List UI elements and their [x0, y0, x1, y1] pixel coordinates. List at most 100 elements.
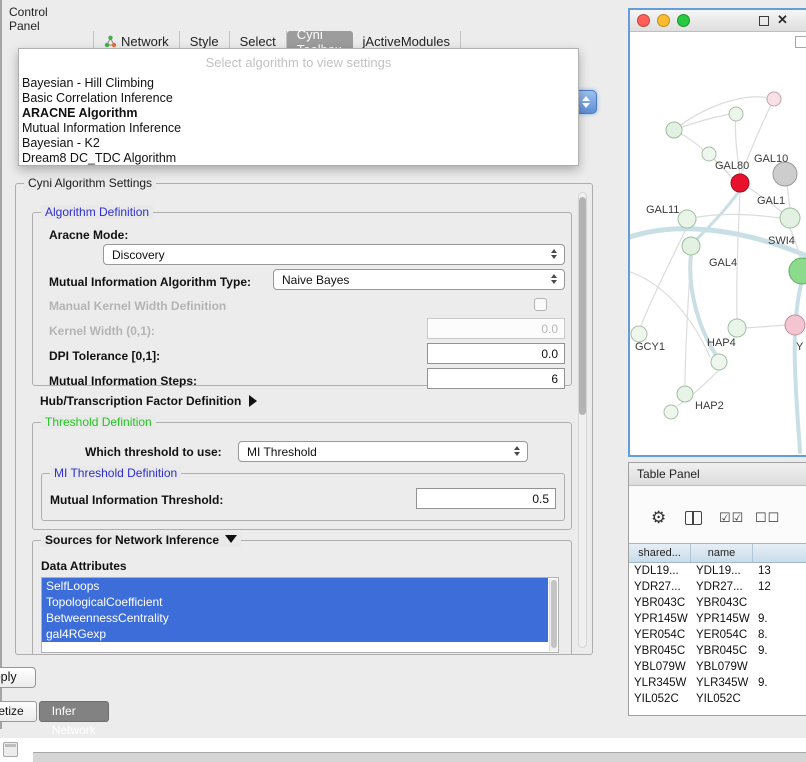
data-attributes-items: SelfLoopsTopologicalCoefficientBetweenne…	[42, 578, 558, 642]
float-panel-icon[interactable]	[759, 16, 769, 26]
attr-item-selfloops[interactable]: SelfLoops	[42, 578, 548, 594]
table-row[interactable]: YDL19...YDL19...13	[629, 563, 806, 579]
columns-icon[interactable]	[685, 511, 702, 525]
network-node[interactable]	[728, 319, 746, 337]
algorithm-dropdown-placeholder: Select algorithm to view settings	[19, 55, 578, 70]
select-all-checks-icon[interactable]: ☑☑	[719, 510, 744, 526]
mi-threshold-field[interactable]: 0.5	[416, 488, 556, 509]
table-cell: YBR045C	[691, 643, 753, 659]
table-panel-titlebar[interactable]: Table Panel	[629, 463, 806, 486]
network-node[interactable]	[729, 107, 743, 121]
tab-label: jActiveModules	[363, 34, 450, 49]
mi-threshold-legend: MI Threshold Definition	[50, 466, 181, 480]
network-node-label: GAL10	[754, 153, 788, 165]
algorithm-definition-legend: Algorithm Definition	[41, 205, 153, 219]
table-cell: YLR345W	[629, 675, 691, 691]
network-node[interactable]	[731, 174, 749, 192]
network-node[interactable]	[711, 354, 727, 370]
attr-item-topologicalcoefficient[interactable]: TopologicalCoefficient	[42, 594, 548, 610]
mi-steps-field[interactable]: 6	[427, 368, 565, 389]
table-cell: YIL052C	[691, 691, 753, 707]
tab-label: Network	[121, 34, 169, 49]
table-row[interactable]: YBL079WYBL079W	[629, 659, 806, 675]
column-header-name[interactable]: name	[691, 544, 753, 562]
table-row[interactable]: YBR043CYBR043C	[629, 595, 806, 611]
settings-scrollbar-thumb[interactable]	[579, 197, 586, 415]
network-canvas[interactable]: GAL80GAL10GAL11GAL1SWI4GAL4GCY1HAP4HAP2Y	[630, 32, 806, 455]
sources-label: Sources for Network Inference	[45, 533, 219, 547]
mi-threshold-group: MI Threshold Definition Mutual Informati…	[41, 473, 565, 521]
settings-scrollbar[interactable]	[578, 192, 587, 648]
data-attributes-list[interactable]: SelfLoopsTopologicalCoefficientBetweenne…	[41, 577, 559, 653]
close-traffic-icon[interactable]	[637, 14, 650, 27]
table-row[interactable]: YIL052CYIL052C	[629, 691, 806, 707]
network-node[interactable]	[767, 92, 781, 106]
menu-item-mutual-information-inference[interactable]: Mutual Information Inference	[19, 121, 578, 136]
network-edge	[795, 284, 801, 452]
list-scrollbar-thumb[interactable]	[551, 580, 557, 648]
menu-item-basic-correlation-inference[interactable]: Basic Correlation Inference	[19, 91, 578, 106]
table-row[interactable]: YBR045CYBR045C9.	[629, 643, 806, 659]
column-header-2[interactable]	[753, 544, 806, 562]
table-cell: 9.	[753, 611, 806, 627]
table-row[interactable]: YER054CYER054C8.	[629, 627, 806, 643]
network-edge	[745, 325, 786, 328]
network-node[interactable]	[664, 405, 678, 419]
network-node[interactable]	[702, 147, 716, 161]
sources-legend[interactable]: Sources for Network Inference	[41, 533, 241, 547]
manual-kernel-checkbox[interactable]	[534, 298, 547, 311]
minimized-panel-icon[interactable]	[3, 742, 18, 757]
dpi-tolerance-field[interactable]: 0.0	[427, 343, 565, 364]
close-panel-icon[interactable]: ✕	[777, 12, 788, 28]
network-node[interactable]	[780, 208, 800, 228]
network-node[interactable]	[682, 237, 700, 255]
menu-item-aracne-algorithm[interactable]: ARACNE Algorithm	[19, 106, 578, 121]
network-node[interactable]	[773, 162, 797, 186]
bottom-tab-discretize-data[interactable]: Discretize Data	[0, 701, 37, 722]
control-panel-title: Control Panel	[9, 5, 48, 33]
minimize-traffic-icon[interactable]	[657, 14, 670, 27]
menu-item-bayesian-k2[interactable]: Bayesian - K2	[19, 136, 578, 151]
network-node-label: HAP2	[695, 400, 724, 412]
mi-type-combo[interactable]: Naive Bayes	[273, 269, 565, 290]
apply-button[interactable]: Apply	[0, 667, 36, 688]
column-header-shared-[interactable]: shared...	[629, 544, 691, 562]
canvas-scrollbar-corner[interactable]	[795, 36, 806, 48]
table-row[interactable]: YLR345WYLR345W9.	[629, 675, 806, 691]
traffic-lights	[637, 14, 690, 27]
network-node[interactable]	[678, 210, 696, 228]
zoom-traffic-icon[interactable]	[677, 14, 690, 27]
network-node-label: GAL11	[646, 204, 679, 216]
control-panel-window: Control Panel NetworkStyleSelectCyni Too…	[0, 0, 2, 729]
deselect-all-checks-icon[interactable]: ☐☐	[755, 510, 780, 526]
hub-definition-toggle[interactable]: Hub/Transcription Factor Definition	[40, 394, 257, 408]
network-window-titlebar[interactable]: ✕	[630, 10, 806, 32]
table-row[interactable]: YPR145WYPR145W9.	[629, 611, 806, 627]
menu-item-dream8-dc-tdc-algorithm[interactable]: Dream8 DC_TDC Algorithm	[19, 151, 578, 166]
network-node[interactable]	[631, 326, 647, 342]
attr-item-gal4rgexp[interactable]: gal4RGexp	[42, 626, 548, 642]
table-cell: YER054C	[629, 627, 691, 643]
kernel-width-field[interactable]: 0.0	[427, 318, 565, 339]
menu-item-bayesian-hill-climbing[interactable]: Bayesian - Hill Climbing	[19, 76, 578, 91]
list-scrollbar[interactable]	[549, 579, 557, 651]
network-node-label: GAL80	[715, 160, 749, 172]
aracne-mode-value: Discovery	[112, 248, 165, 262]
table-cell	[753, 691, 806, 707]
which-threshold-combo[interactable]: MI Threshold	[238, 441, 528, 462]
kernel-width-label: Kernel Width (0,1):	[49, 324, 155, 338]
table-panel-title: Table Panel	[637, 467, 700, 481]
network-node[interactable]	[785, 315, 805, 335]
gear-icon[interactable]: ⚙	[651, 508, 666, 528]
attr-item-betweennesscentrality[interactable]: BetweennessCentrality	[42, 610, 548, 626]
table-row[interactable]: YDR27...YDR27...12	[629, 579, 806, 595]
network-node[interactable]	[789, 258, 806, 284]
dpi-tolerance-label: DPI Tolerance [0,1]:	[49, 349, 160, 363]
table-cell	[753, 595, 806, 611]
network-node[interactable]	[666, 122, 682, 138]
sources-group: Sources for Network Inference Data Attri…	[32, 540, 572, 654]
bottom-tab-infer-network[interactable]: Infer Network	[39, 701, 109, 722]
aracne-mode-combo[interactable]: Discovery	[103, 244, 565, 265]
network-node[interactable]	[677, 386, 693, 402]
cyni-algorithm-settings-group: Cyni Algorithm Settings Algorithm Defini…	[15, 183, 593, 655]
